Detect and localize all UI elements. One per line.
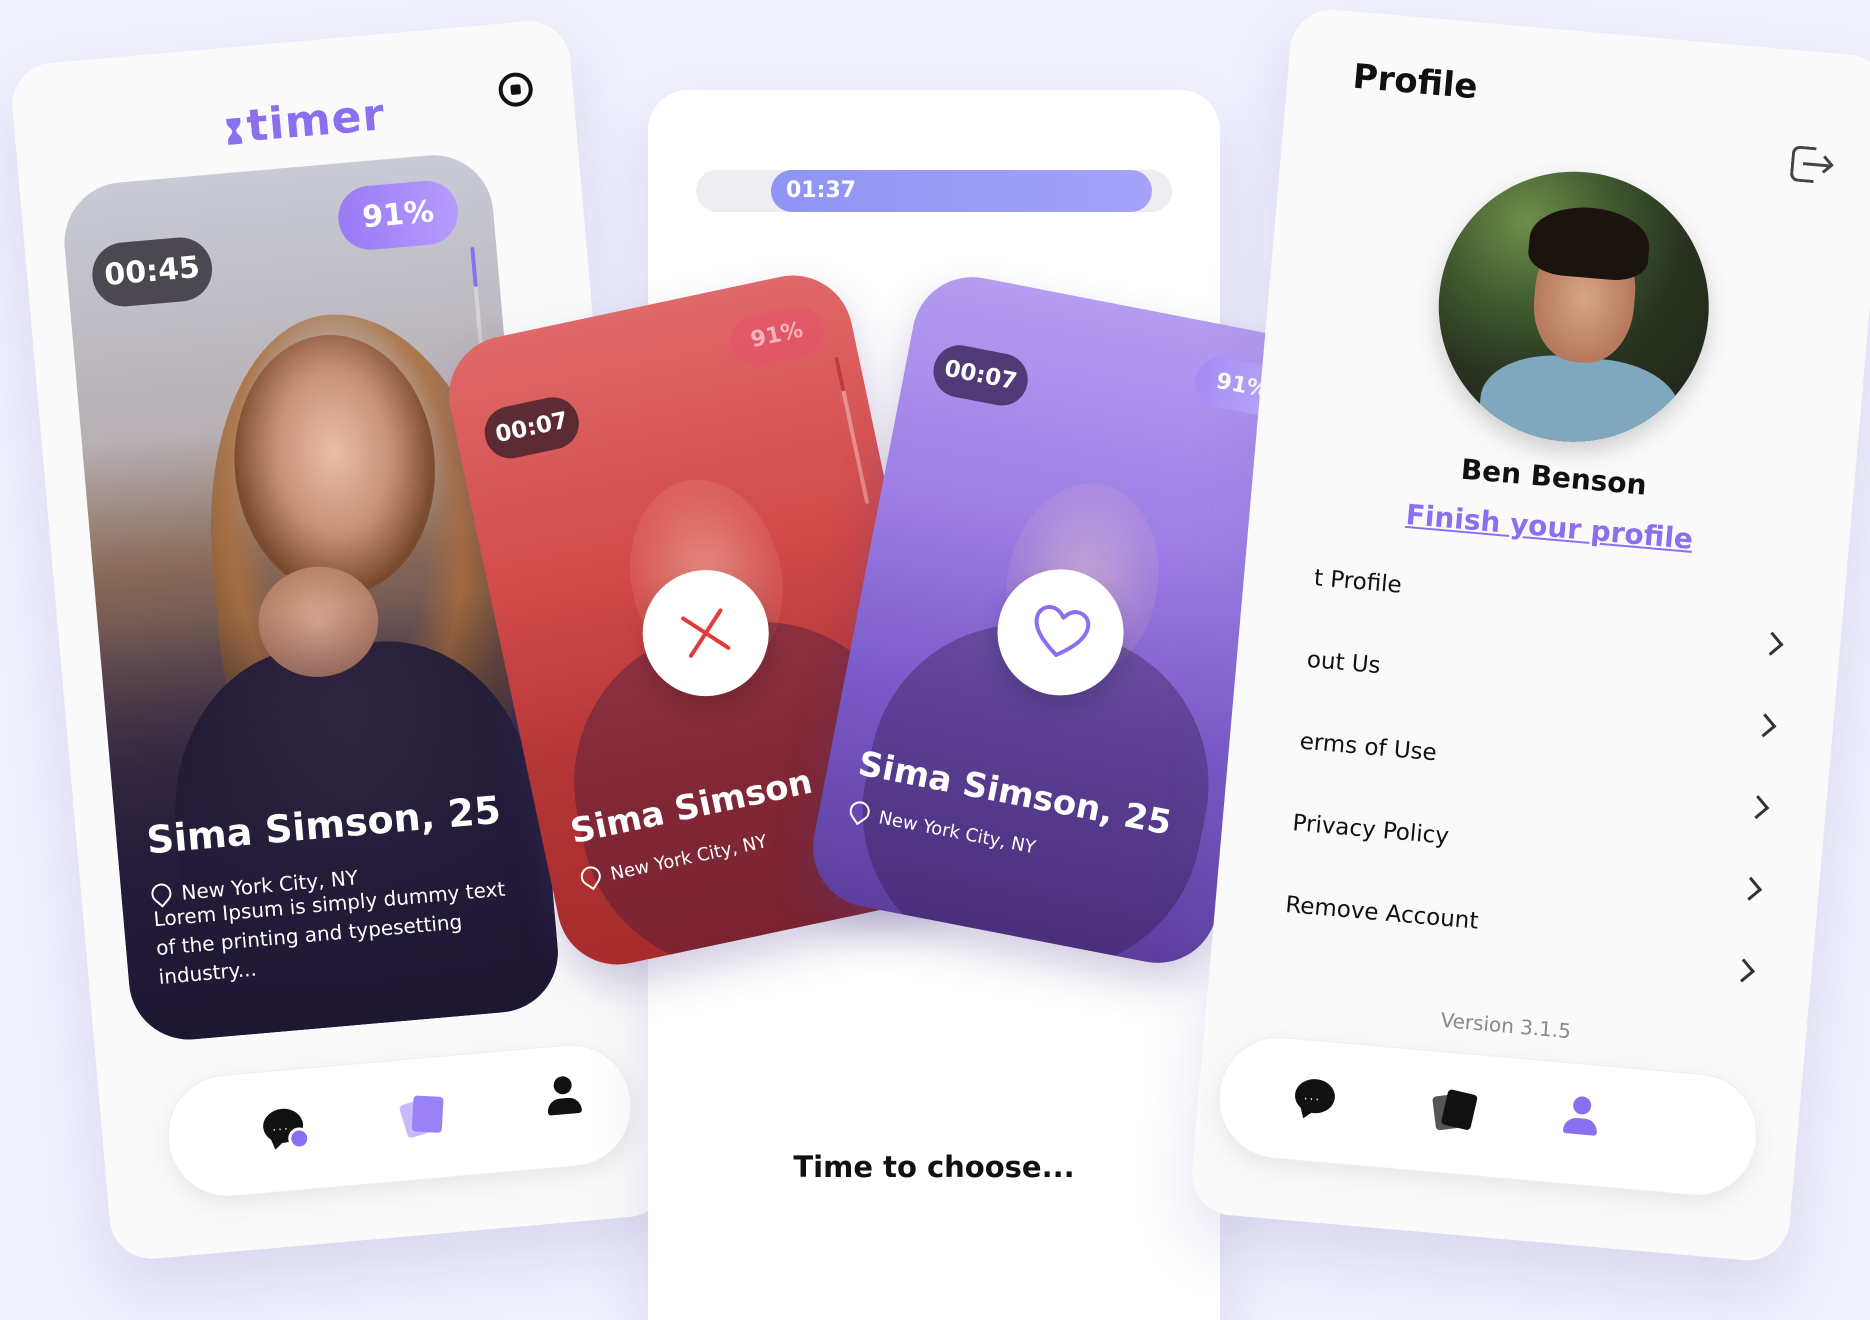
progress-label: 01:37 (786, 178, 857, 203)
cards-icon[interactable] (398, 1095, 444, 1139)
cards-icon[interactable] (1432, 1088, 1478, 1131)
hourglass-icon (226, 117, 243, 145)
close-icon (676, 603, 735, 662)
timer-badge: 00:07 (479, 392, 584, 464)
photo-scroll-thumb[interactable] (470, 246, 478, 288)
choose-prompt: Time to choose... (793, 1150, 1075, 1184)
logout-icon[interactable] (1789, 145, 1830, 184)
chevron-right-icon (1731, 958, 1756, 983)
app-logo: timer (223, 89, 387, 154)
timer-badge: 00:07 (929, 340, 1033, 410)
user-icon[interactable] (545, 1075, 583, 1118)
profile-screen: Profile Ben Benson Finish your profile t… (1188, 6, 1870, 1264)
chevron-right-icon (1745, 795, 1770, 820)
logo-text: timer (244, 89, 388, 153)
chevron-right-icon (1759, 631, 1784, 656)
location-pin-icon (576, 862, 605, 891)
match-badge: 91% (725, 301, 829, 371)
notification-dot (287, 1126, 312, 1151)
chat-icon[interactable]: ... (1293, 1077, 1337, 1115)
avatar[interactable] (1427, 160, 1720, 453)
stop-icon (510, 84, 522, 96)
chevron-right-icon (1738, 876, 1763, 901)
settings-menu: t Profile out Us erms of Use Privacy Pol… (1279, 565, 1803, 1016)
profile-card[interactable]: 00:45 91% Sima Simson, 25 New York City,… (59, 150, 563, 1045)
photo-scroll-thumb[interactable] (834, 356, 846, 392)
heart-icon (1034, 605, 1091, 657)
bottom-nav: ... (162, 1039, 637, 1202)
chevron-right-icon (1752, 713, 1777, 738)
timer-badge: 00:45 (89, 234, 215, 310)
chat-icon[interactable]: ... (261, 1107, 312, 1151)
countdown-progress: 01:37 (696, 170, 1172, 212)
page-title: Profile (1351, 56, 1480, 108)
bottom-nav: ... (1213, 1031, 1763, 1201)
stop-button[interactable] (497, 71, 535, 109)
match-badge: 91% (335, 178, 461, 253)
user-icon[interactable] (1562, 1095, 1600, 1138)
